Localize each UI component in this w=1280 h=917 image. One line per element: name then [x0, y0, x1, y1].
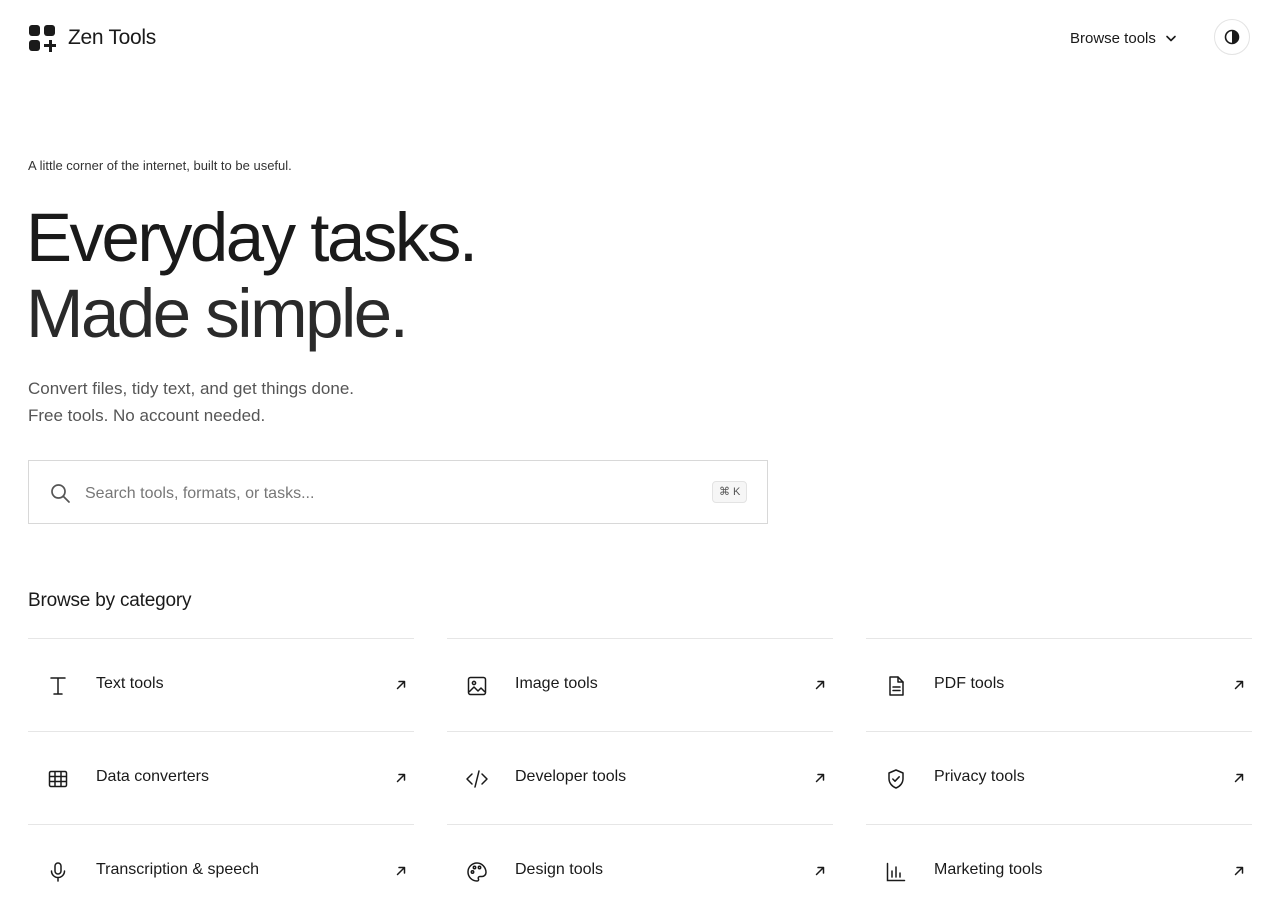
category-label: Transcription & speech: [96, 861, 260, 878]
arrow-up-right-icon: [815, 866, 825, 876]
subtitle-line-1: Convert files, tidy text, and get things…: [28, 379, 355, 398]
microphone-icon: [50, 862, 66, 882]
document-icon: [889, 676, 904, 696]
search-icon: [51, 484, 70, 503]
arrow-up-right-icon: [396, 866, 406, 876]
text-cursor-icon: [50, 677, 66, 695]
category-label: Marketing tools: [934, 861, 1043, 878]
headline-line-1: Everyday tasks.: [26, 199, 478, 276]
hero-subtitle: Convert files, tidy text, and get things…: [28, 375, 354, 429]
arrow-up-right-icon: [815, 773, 825, 783]
browse-tools-button[interactable]: Browse tools: [1060, 22, 1188, 54]
search-input[interactable]: [83, 473, 687, 515]
palette-icon: [467, 862, 487, 882]
category-label: Design tools: [515, 861, 604, 878]
arrow-up-right-icon: [815, 680, 825, 690]
category-data-converters[interactable]: Data converters: [28, 731, 414, 824]
theme-toggle-button[interactable]: [1214, 19, 1250, 55]
hero-headline: Everyday tasks. Made simple.: [26, 199, 478, 352]
subtitle-line-2: Free tools. No account needed.: [28, 406, 266, 425]
chevron-down-icon: [1166, 35, 1176, 42]
arrow-up-right-icon: [396, 680, 406, 690]
category-developer-tools[interactable]: Developer tools: [447, 731, 833, 824]
arrow-up-right-icon: [396, 773, 406, 783]
image-icon: [467, 676, 487, 696]
keyboard-shortcut-badge: ⌘ K: [712, 481, 748, 503]
category-grid: Text tools Image tools PDF tools Data co…: [28, 638, 1252, 917]
category-label: Image tools: [515, 675, 598, 692]
category-marketing-tools[interactable]: Marketing tools: [866, 824, 1252, 917]
contrast-icon: [1224, 29, 1240, 45]
arrow-up-right-icon: [1234, 773, 1244, 783]
search-box[interactable]: ⌘ K: [28, 460, 768, 524]
category-transcription-speech[interactable]: Transcription & speech: [28, 824, 414, 917]
headline-line-2: Made simple.: [26, 275, 409, 352]
site-header: Zen Tools Browse tools: [0, 0, 1280, 78]
category-privacy-tools[interactable]: Privacy tools: [866, 731, 1252, 824]
category-text-tools[interactable]: Text tools: [28, 638, 414, 731]
category-label: Text tools: [96, 675, 164, 692]
shield-check-icon: [888, 769, 904, 789]
hero-eyebrow: A little corner of the internet, built t…: [28, 158, 292, 173]
category-label: Data converters: [96, 768, 209, 785]
arrow-up-right-icon: [1234, 680, 1244, 690]
browse-tools-label: Browse tools: [1070, 29, 1156, 47]
bar-chart-icon: [886, 862, 906, 882]
category-section-title: Browse by category: [28, 590, 192, 611]
table-icon: [48, 770, 68, 788]
logo-icon: [28, 24, 58, 52]
logo[interactable]: Zen Tools: [28, 24, 156, 52]
category-design-tools[interactable]: Design tools: [447, 824, 833, 917]
category-label: PDF tools: [934, 675, 1005, 692]
arrow-up-right-icon: [1234, 866, 1244, 876]
category-label: Developer tools: [515, 768, 627, 785]
category-label: Privacy tools: [934, 768, 1025, 785]
category-image-tools[interactable]: Image tools: [447, 638, 833, 731]
category-pdf-tools[interactable]: PDF tools: [866, 638, 1252, 731]
code-icon: [466, 770, 488, 788]
brand-name: Zen Tools: [68, 26, 156, 49]
